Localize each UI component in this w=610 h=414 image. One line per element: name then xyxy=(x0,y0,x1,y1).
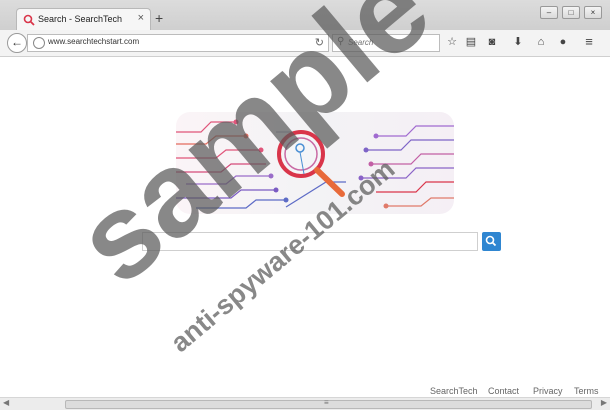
tab-close-icon[interactable]: × xyxy=(138,12,144,24)
navigation-toolbar: ← www.searchtechstart.com ↻ ⚲ ☆ ▤ ◙ ⬇ ⌂ … xyxy=(0,30,610,57)
star-icon[interactable]: ☆ xyxy=(446,36,458,48)
footer-link-contact[interactable]: Contact xyxy=(488,386,519,396)
url-text[interactable]: www.searchtechstart.com xyxy=(48,37,139,46)
reload-icon[interactable]: ↻ xyxy=(315,36,324,49)
footer-link-privacy[interactable]: Privacy xyxy=(533,386,563,396)
footer-link-terms[interactable]: Terms xyxy=(574,386,599,396)
browser-search-input[interactable] xyxy=(348,36,434,48)
tab-search-searchtech[interactable]: Search - SearchTech × xyxy=(16,8,151,31)
back-arrow-icon: ← xyxy=(11,35,23,49)
main-search-input[interactable] xyxy=(143,233,477,250)
browser-search-box[interactable]: ⚲ xyxy=(332,34,440,52)
globe-icon xyxy=(33,37,45,49)
main-search-field[interactable] xyxy=(142,232,478,251)
minimize-button[interactable]: – xyxy=(540,6,558,19)
home-icon[interactable]: ⌂ xyxy=(535,36,547,48)
searchtech-logo xyxy=(176,112,454,214)
scroll-left-icon[interactable]: ◀ xyxy=(3,398,9,407)
chat-icon[interactable]: ● xyxy=(557,36,569,48)
maximize-button[interactable]: □ xyxy=(562,6,580,19)
circuit-logo-graphic xyxy=(176,119,454,209)
scroll-grip-icon: ≡ xyxy=(324,398,329,407)
title-bar: Search - SearchTech × + – □ × xyxy=(0,0,610,31)
scroll-right-icon[interactable]: ▶ xyxy=(601,398,607,407)
horizontal-scrollbar[interactable]: ◀ ≡ ▶ xyxy=(0,397,610,410)
url-bar[interactable]: www.searchtechstart.com ↻ xyxy=(27,34,329,52)
search-icon xyxy=(485,235,497,247)
searchtech-favicon-icon xyxy=(23,14,35,26)
search-button[interactable] xyxy=(482,232,501,251)
new-tab-button[interactable]: + xyxy=(155,11,163,25)
pocket-icon[interactable]: ◙ xyxy=(486,36,498,48)
close-window-button[interactable]: × xyxy=(584,6,602,19)
search-icon: ⚲ xyxy=(337,36,345,47)
page-content xyxy=(0,57,610,397)
tab-title: Search - SearchTech xyxy=(38,14,123,24)
footer-link-searchtech[interactable]: SearchTech xyxy=(430,386,478,396)
back-button[interactable]: ← xyxy=(7,33,27,53)
menu-icon[interactable]: ≡ xyxy=(583,35,595,48)
clipboard-icon[interactable]: ▤ xyxy=(465,36,477,48)
scrollbar-thumb[interactable]: ≡ xyxy=(65,398,592,409)
download-icon[interactable]: ⬇ xyxy=(512,36,524,48)
magnifier-icon xyxy=(277,130,345,197)
